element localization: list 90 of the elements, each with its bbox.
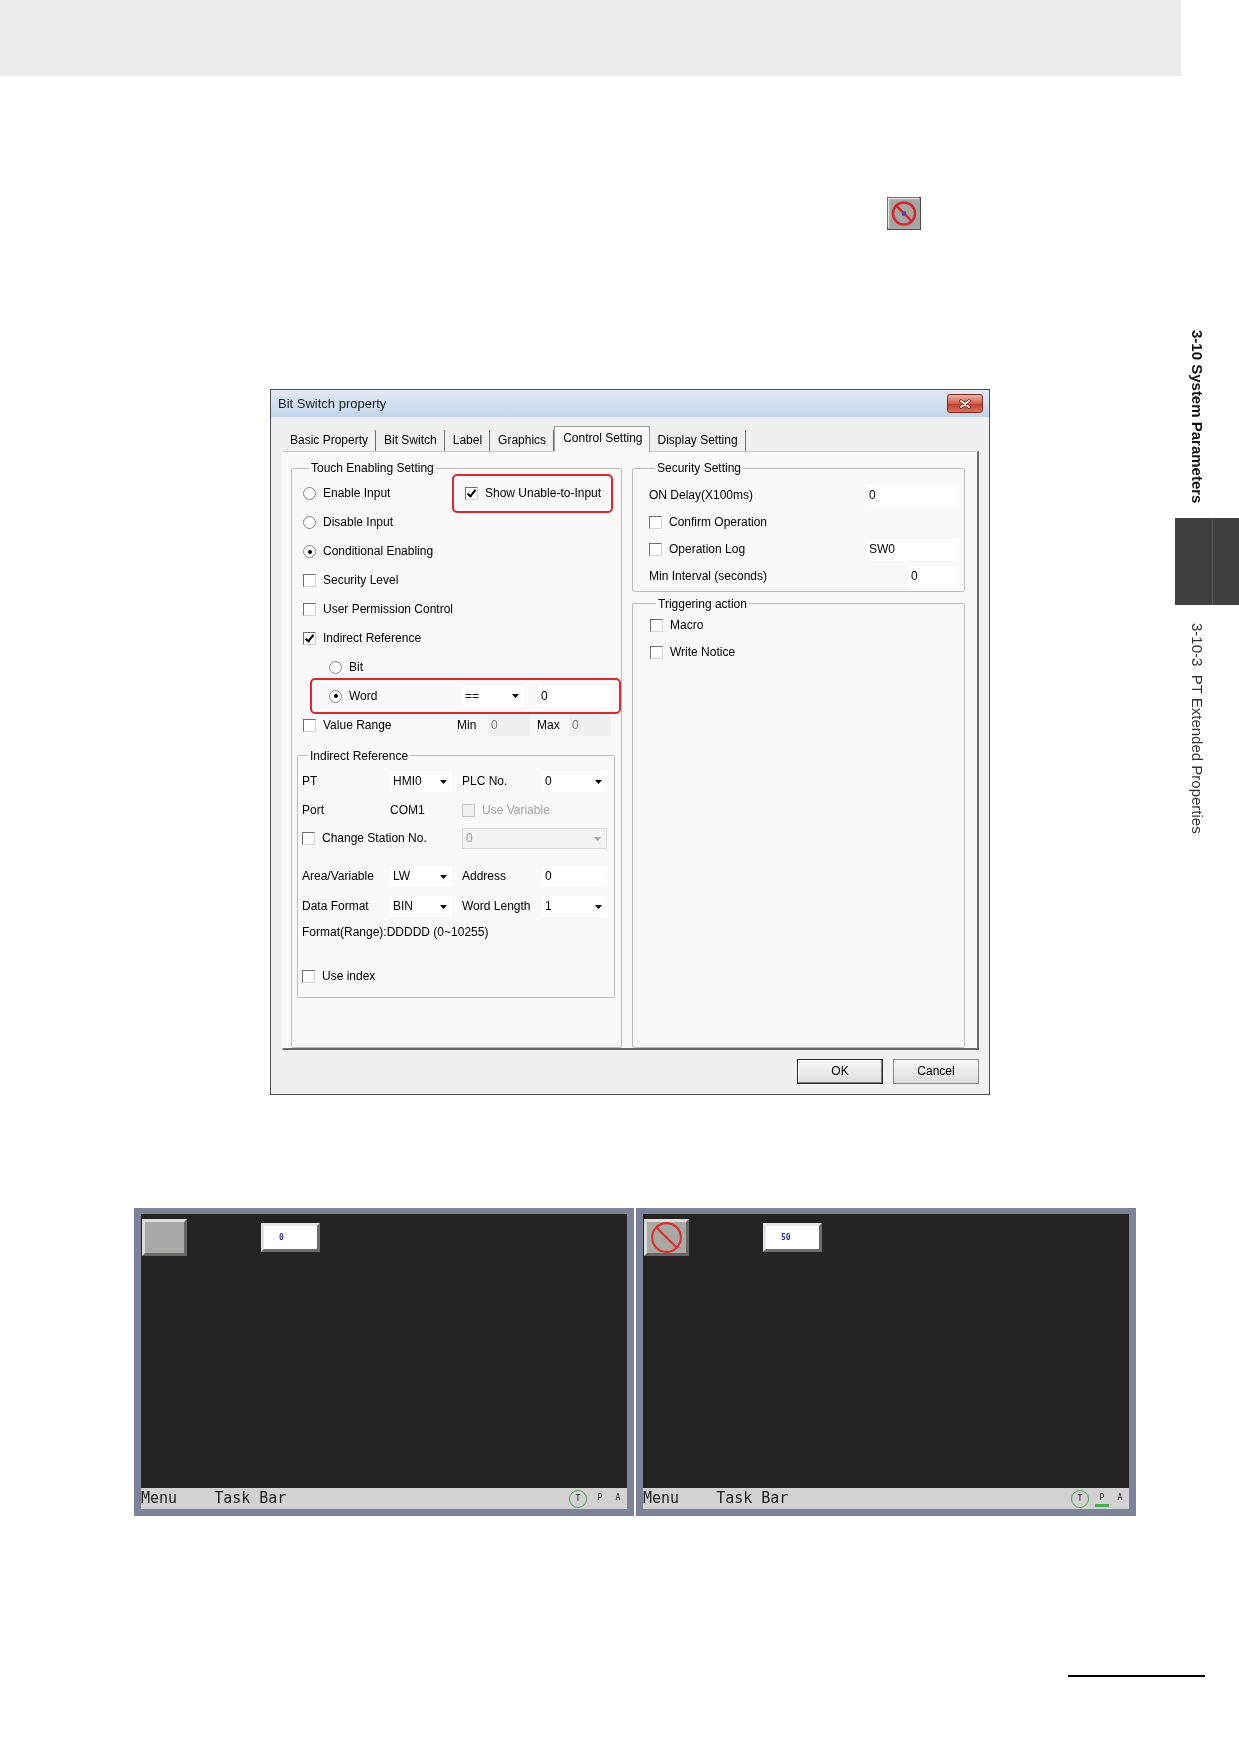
caret-icon [440,874,447,879]
field-label: Min [457,717,478,733]
caret-icon [595,904,602,909]
checkbox-label: Write Notice [670,645,736,660]
checkbox-label: Use index [322,969,376,985]
bit-switch-button[interactable] [644,1219,689,1256]
radio-label: Disable Input [323,515,394,531]
radio-button[interactable] [303,545,316,559]
task-bar-label: Task Bar [214,1488,287,1510]
checkbox[interactable] [302,832,315,846]
field-label: Max [537,717,561,733]
radio-button[interactable] [303,516,316,530]
field-label: Min Interval (seconds) [649,569,768,585]
checkbox[interactable] [303,574,316,588]
section-title: 3-10-3 PT Extended Properties [1188,623,1206,835]
input-field[interactable]: 0 [866,484,959,507]
checkbox-label: Show Unable-to-Input [485,486,602,502]
no-sign-icon [887,197,921,230]
checkbox-label: Change Station No. [322,831,427,847]
checkbox[interactable] [303,718,316,732]
field-label: Address [462,869,508,885]
checkbox-label: User Permission Control [323,602,454,617]
checkbox-label: Use Variable [482,803,550,819]
field-label: Area/Variable [302,869,375,885]
numeric-display: 50 [763,1223,822,1252]
field-label: PLC No. [462,774,509,790]
checkbox[interactable] [465,487,478,501]
checkbox-label: Security Level [323,573,399,589]
checkbox[interactable] [303,603,316,616]
field-label: ON Delay(X100ms) [649,487,754,503]
no-sign-icon [651,1222,682,1253]
group-title: Security Setting [656,460,743,476]
radio-label: Conditional Enabling [323,544,434,560]
checkbox[interactable] [650,618,663,632]
caret-icon [594,836,601,841]
caret-icon [440,904,447,909]
dropdown[interactable]: LW [390,866,452,888]
radio-label: Enable Input [323,486,391,502]
radio-button[interactable] [329,660,342,674]
dropdown[interactable]: HMI0 [390,771,452,793]
field-label: Data Format [302,899,370,915]
dropdown[interactable]: 0 [542,771,607,793]
checkbox[interactable] [649,543,662,557]
radio-button[interactable] [329,689,342,703]
cancel-button[interactable]: Cancel [893,1059,979,1084]
checkbox-label: Indirect Reference [323,630,422,646]
field-label: PT [302,774,319,790]
checkbox-label: Macro [670,617,704,633]
checkbox[interactable] [303,631,316,645]
status-indicator: A [614,1491,622,1504]
value-text: COM1 [390,803,426,819]
window-title: Bit Switch property [278,396,387,411]
caret-icon [512,694,519,699]
input-field[interactable]: 0 [908,565,959,588]
ok-button[interactable]: OK [797,1059,883,1084]
checkbox-label: Confirm Operation [669,514,768,530]
close-button[interactable] [947,394,983,413]
checkbox-label: Operation Log [669,542,746,558]
close-icon [959,398,971,409]
radio-label: Bit [349,659,363,675]
format-range-text: Format(Range):DDDDD (0~10255) [302,925,490,941]
chapter-title: 3-10 System Parameters [1188,330,1206,504]
radio-button[interactable] [303,487,316,501]
status-indicator: P [596,1491,604,1504]
group-title: Touch Enabling Setting [310,460,435,476]
group-title: Triggering action [657,595,748,612]
checkbox[interactable] [649,515,662,529]
tab[interactable]: Control Setting [554,426,650,452]
status-indicator: A [1116,1491,1124,1504]
numeric-display: 0 [261,1223,320,1252]
checkbox[interactable] [650,646,663,659]
dropdown[interactable]: BIN [390,896,452,918]
menu-button[interactable]: Menu [141,1487,178,1510]
field-label: Word Length [462,899,532,915]
field-label: Port [302,803,325,819]
menu-button[interactable]: Menu [643,1487,680,1510]
dropdown[interactable]: == [462,685,524,707]
status-indicator: P [1095,1490,1109,1507]
checkbox-label: Value Range [323,717,392,733]
dropdown[interactable]: 1 [542,896,607,918]
caret-icon [440,779,447,784]
input-field[interactable]: SW0 [866,538,959,561]
caret-icon [595,779,602,784]
input-field[interactable]: 0 [538,685,611,707]
group-title: Indirect Reference [309,747,410,764]
checkbox[interactable] [302,970,315,984]
radio-label: Word [349,688,378,704]
bit-switch-button[interactable] [142,1219,187,1256]
input-field[interactable]: 0 [542,866,607,888]
task-bar-label: Task Bar [716,1488,789,1510]
